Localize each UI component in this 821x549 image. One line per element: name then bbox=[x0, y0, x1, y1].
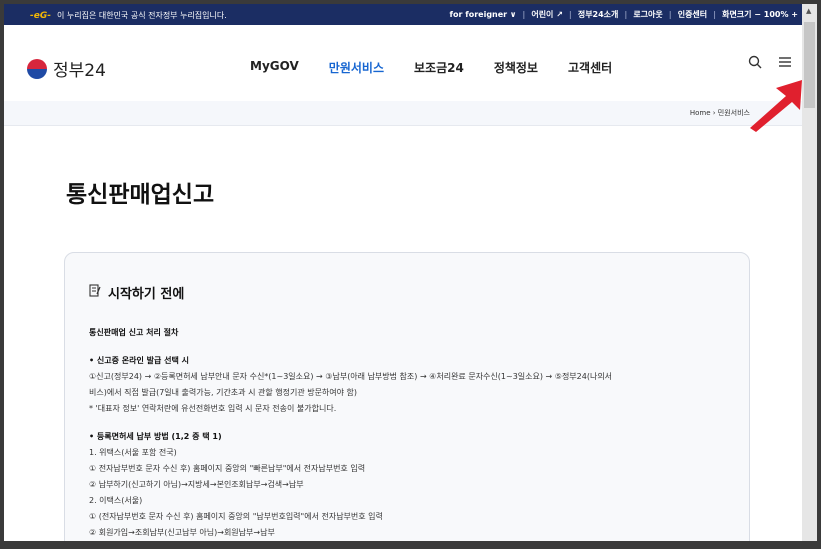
nav-policy-info[interactable]: 정책정보 bbox=[494, 59, 538, 76]
divider: | bbox=[624, 10, 628, 19]
gov-top-bar: -eG- 이 누리집은 대한민국 공식 전자정부 누리집입니다. for for… bbox=[4, 4, 802, 25]
procedure-title: 통신판매업 신고 처리 절차 bbox=[89, 328, 179, 337]
main-nav: MyGOV 만원서비스 보조금24 정책정보 고객센터 bbox=[250, 59, 612, 76]
divider: | bbox=[522, 10, 526, 19]
payment-section: • 등록면허세 납부 방법 (1,2 중 택 1) 1. 위택스(서울 포함 전… bbox=[89, 429, 383, 541]
foreigner-link[interactable]: for foreigner ∨ bbox=[450, 10, 517, 19]
gov-notice[interactable]: 이 누리집은 대한민국 공식 전자정부 누리집입니다. bbox=[57, 10, 227, 21]
divider: | bbox=[713, 10, 717, 19]
section-line: * '대표자 정보' 연락처란에 유선전화번호 입력 시 문자 전송이 불가합니… bbox=[89, 404, 337, 413]
site-logo[interactable]: 정부24 bbox=[27, 56, 106, 81]
nav-civil-service[interactable]: 만원서비스 bbox=[329, 59, 384, 76]
site-header: 정부24 MyGOV 만원서비스 보조금24 정책정보 고객센터 bbox=[4, 25, 802, 102]
breadcrumb-sep: › bbox=[712, 109, 716, 117]
divider: | bbox=[668, 10, 672, 19]
scroll-up-icon[interactable]: ▲ bbox=[806, 7, 811, 15]
taegeuk-icon bbox=[27, 58, 47, 79]
box-heading-text: 시작하기 전에 bbox=[108, 287, 185, 302]
section-title: • 등록면허세 납부 방법 (1,2 중 택 1) bbox=[89, 432, 222, 441]
section-title: • 신고증 온라인 발급 선택 시 bbox=[89, 356, 189, 365]
nav-customer-center[interactable]: 고객센터 bbox=[568, 59, 612, 76]
issue-section: • 신고증 온라인 발급 선택 시 ①신고(정부24) → ②등록면허세 납부안… bbox=[89, 353, 612, 417]
section-line: ② 회원가입→조회납부(신고납부 아님)→회원납부→납부 bbox=[89, 528, 275, 537]
nav-subsidy24[interactable]: 보조금24 bbox=[414, 59, 464, 76]
auth-center-link[interactable]: 인증센터 bbox=[678, 9, 707, 20]
logout-link[interactable]: 로그아웃 bbox=[633, 9, 662, 20]
section-line: ①신고(정부24) → ②등록면허세 납부안내 문자 수신*(1~3일소요) →… bbox=[89, 372, 613, 381]
vertical-scrollbar[interactable]: ▲ bbox=[802, 4, 817, 541]
scrollbar-thumb[interactable] bbox=[804, 22, 815, 108]
egov-logo: -eG- bbox=[30, 10, 51, 21]
page-title: 통신판매업신고 bbox=[66, 182, 215, 208]
section-line: ① 전자납부번호 문자 수신 후) 홈페이지 중앙의 "빠른납부"에서 전자납부… bbox=[89, 464, 366, 473]
divider: | bbox=[568, 10, 572, 19]
section-line: 1. 위택스(서울 포함 전국) bbox=[89, 448, 177, 457]
section-line: ② 납부하기(신고하기 아님)→지방세→본인조회납부→검색→납부 bbox=[89, 480, 304, 489]
browser-viewport: -eG- 이 누리집은 대한민국 공식 전자정부 누리집입니다. for for… bbox=[4, 4, 802, 541]
section-line: 2. 이택스(서울) bbox=[89, 496, 143, 505]
brand-name: 정부24 bbox=[53, 61, 106, 81]
zoom-control[interactable]: 화면크기 − 100% + bbox=[722, 9, 798, 20]
breadcrumb: Home › 민원서비스 bbox=[4, 101, 802, 126]
breadcrumb-home[interactable]: Home bbox=[690, 109, 711, 117]
about-link[interactable]: 정부24소개 bbox=[578, 9, 619, 20]
annotation-arrow-icon bbox=[746, 78, 802, 138]
kids-link[interactable]: 어린이 ↗ bbox=[531, 9, 563, 20]
before-start-box: 시작하기 전에 통신판매업 신고 처리 절차 • 신고증 온라인 발급 선택 시… bbox=[64, 252, 750, 541]
menu-icon[interactable] bbox=[778, 55, 792, 73]
search-icon[interactable] bbox=[748, 55, 762, 73]
section-line: ① (전자납부번호 문자 수신 후) 홈페이지 중앙의 "납부번호입력"에서 전… bbox=[89, 512, 383, 521]
header-icons bbox=[748, 55, 792, 73]
nav-mygov[interactable]: MyGOV bbox=[250, 59, 299, 76]
checklist-icon bbox=[89, 284, 102, 301]
box-heading: 시작하기 전에 bbox=[89, 283, 184, 302]
section-line: 비스)에서 직접 발급(7일내 출력가능, 기간초과 시 관할 행정기관 방문하… bbox=[89, 388, 358, 397]
